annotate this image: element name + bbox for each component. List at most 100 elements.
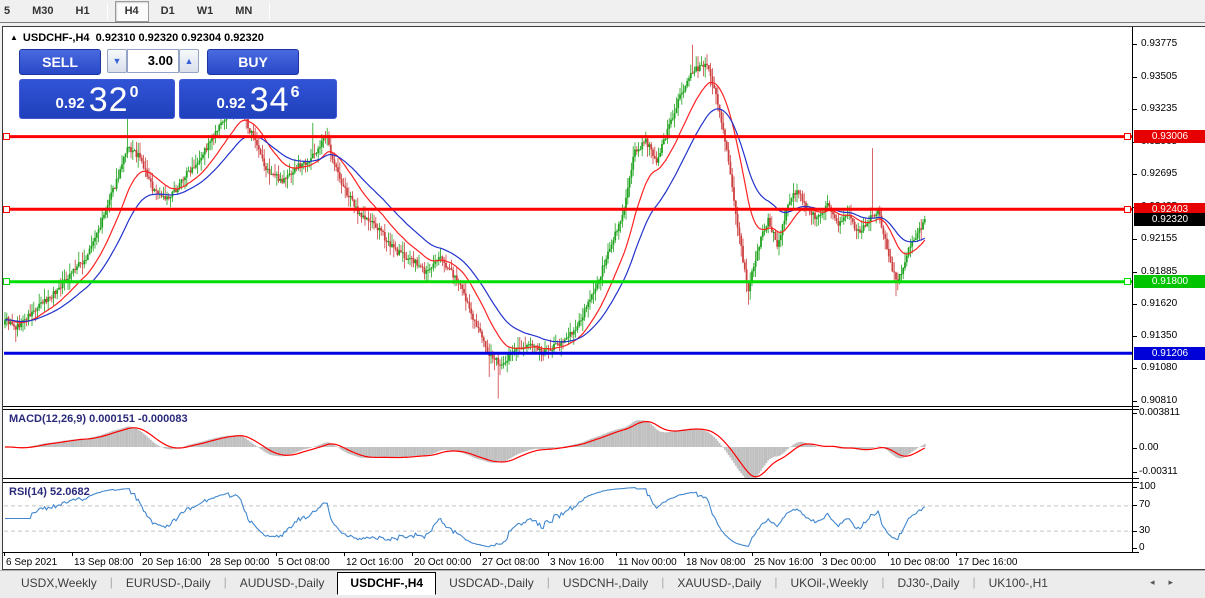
price-tick-label: 0.93775 bbox=[1141, 38, 1177, 50]
hline-left-marker[interactable] bbox=[3, 206, 10, 213]
tab-scroll-left-icon[interactable]: ◂ bbox=[1150, 577, 1169, 587]
date-label: 20 Sep 16:00 bbox=[142, 557, 202, 568]
rsi-label: RSI(14) 52.0682 bbox=[9, 486, 90, 498]
hline-left-marker[interactable] bbox=[3, 278, 10, 285]
pane-divider[interactable] bbox=[3, 406, 1139, 407]
price-tick-label: 0.91080 bbox=[1141, 362, 1177, 374]
timeframe-button-m30[interactable]: M30 bbox=[22, 1, 63, 22]
rsi-tick-label: 0 bbox=[1139, 542, 1145, 554]
price-tick-mark bbox=[1132, 77, 1137, 78]
hline-price-badge: 0.91206 bbox=[1134, 347, 1205, 360]
timeframe-button-w1[interactable]: W1 bbox=[187, 1, 224, 22]
hline-left-marker[interactable] bbox=[3, 133, 10, 140]
price-tick-label: 0.92155 bbox=[1141, 233, 1177, 245]
ohlc-values: 0.92310 0.92320 0.92304 0.92320 bbox=[96, 32, 264, 44]
date-label: 20 Oct 00:00 bbox=[414, 557, 471, 568]
tab-scroll-arrows: ◂▸ bbox=[1150, 577, 1187, 588]
price-tick-label: 0.93235 bbox=[1141, 103, 1177, 115]
date-label: 3 Dec 00:00 bbox=[822, 557, 876, 568]
chart-tab-ukoil-weekly[interactable]: UKOil-,Weekly bbox=[778, 572, 882, 595]
hline-right-marker[interactable] bbox=[1124, 133, 1131, 140]
rsi-tick-mark bbox=[1132, 548, 1137, 549]
macd-name: MACD(12,26,9) bbox=[9, 413, 86, 425]
tab-scroll-right-icon[interactable]: ▸ bbox=[1168, 577, 1187, 587]
chart-tab-uk100-h1[interactable]: UK100-,H1 bbox=[976, 572, 1061, 595]
macd-label: MACD(12,26,9) 0.000151 -0.000083 bbox=[9, 413, 188, 425]
chart-tab-eurusd-daily[interactable]: EURUSD-,Daily bbox=[113, 572, 224, 595]
price-tick-label: 0.91350 bbox=[1141, 330, 1177, 342]
date-tick-mark bbox=[684, 553, 685, 556]
volume-decrease-button[interactable]: ▼ bbox=[107, 49, 127, 73]
buy-price-display[interactable]: 0.92 34 6 bbox=[179, 79, 337, 119]
timeframe-button-mn[interactable]: MN bbox=[225, 1, 262, 22]
volume-input[interactable]: 3.00 bbox=[127, 49, 179, 73]
date-label: 6 Sep 2021 bbox=[6, 557, 57, 568]
price-tick-mark bbox=[1132, 174, 1137, 175]
pane-divider[interactable] bbox=[3, 478, 1139, 479]
sell-button[interactable]: SELL bbox=[19, 49, 101, 75]
chart-tab-usdcnh-daily[interactable]: USDCNH-,Daily bbox=[550, 572, 661, 595]
toolbar-separator bbox=[269, 3, 270, 20]
date-tick-mark bbox=[480, 553, 481, 556]
chart-tab-xauusd-daily[interactable]: XAUUSD-,Daily bbox=[664, 572, 774, 595]
timeframe-button-h1[interactable]: H1 bbox=[66, 1, 100, 22]
date-tick-mark bbox=[956, 553, 957, 556]
price-tick-label: 0.90810 bbox=[1141, 395, 1177, 407]
buy-price-small: 0.92 bbox=[217, 93, 246, 115]
chart-tab-audusd-daily[interactable]: AUDUSD-,Daily bbox=[227, 572, 338, 595]
date-label: 13 Sep 08:00 bbox=[74, 557, 134, 568]
hline-right-marker[interactable] bbox=[1124, 278, 1131, 285]
date-tick-mark bbox=[888, 553, 889, 556]
date-tick-mark bbox=[412, 553, 413, 556]
price-tick-mark bbox=[1132, 304, 1137, 305]
date-label: 3 Nov 16:00 bbox=[550, 557, 604, 568]
date-tick-mark bbox=[276, 553, 277, 556]
macd-tick-mark bbox=[1132, 448, 1137, 449]
chart-tab-dj30-daily[interactable]: DJ30-,Daily bbox=[884, 572, 972, 595]
tab-bar: USDX,Weekly|EURUSD-,Daily|AUDUSD-,DailyU… bbox=[0, 570, 1205, 598]
chart-title: ▲USDCHF-,H4 0.92310 0.92320 0.92304 0.92… bbox=[10, 32, 264, 44]
rsi-tick-mark bbox=[1132, 531, 1137, 532]
buy-button[interactable]: BUY bbox=[207, 49, 299, 75]
hline-right-marker[interactable] bbox=[1124, 206, 1131, 213]
sell-price-display[interactable]: 0.92 32 0 bbox=[19, 79, 175, 119]
rsi-tick-label: 70 bbox=[1139, 499, 1150, 511]
price-tick-mark bbox=[1132, 109, 1137, 110]
date-label: 10 Dec 08:00 bbox=[890, 557, 950, 568]
date-label: 5 Oct 08:00 bbox=[278, 557, 330, 568]
rsi-tick-label: 30 bbox=[1139, 525, 1150, 537]
pane-divider bbox=[3, 482, 1139, 483]
timeframe-button-5[interactable]: 5 bbox=[0, 1, 20, 22]
collapse-triangle-icon[interactable]: ▲ bbox=[10, 33, 18, 42]
macd-main-value: 0.000151 bbox=[89, 413, 135, 425]
sell-price-big: 32 bbox=[89, 85, 129, 115]
hline-price-badge: 0.93006 bbox=[1134, 130, 1205, 143]
price-axis-border bbox=[1132, 27, 1133, 552]
date-label: 27 Oct 08:00 bbox=[482, 557, 539, 568]
date-label: 11 Nov 00:00 bbox=[618, 557, 677, 568]
date-tick-mark bbox=[344, 553, 345, 556]
hline-price-badge: 0.91800 bbox=[1134, 275, 1205, 288]
price-tick-mark bbox=[1132, 401, 1137, 402]
chart-window: ▲USDCHF-,H4 0.92310 0.92320 0.92304 0.92… bbox=[2, 26, 1205, 570]
toolbar-separator bbox=[107, 3, 108, 20]
volume-increase-button[interactable]: ▲ bbox=[179, 49, 199, 73]
macd-tick-mark bbox=[1132, 472, 1137, 473]
date-tick-mark bbox=[140, 553, 141, 556]
rsi-canvas[interactable] bbox=[4, 482, 1132, 552]
date-tick-mark bbox=[72, 553, 73, 556]
buy-price-big: 34 bbox=[250, 85, 290, 115]
chart-tab-usdchf-h4[interactable]: USDCHF-,H4 bbox=[337, 572, 436, 595]
rsi-tick-mark bbox=[1132, 487, 1137, 488]
macd-tick-label: -0.00311 bbox=[1139, 466, 1178, 478]
chart-tab-usdcad-daily[interactable]: USDCAD-,Daily bbox=[436, 572, 547, 595]
price-tick-label: 0.91620 bbox=[1141, 298, 1177, 310]
date-tick-mark bbox=[616, 553, 617, 556]
price-tick-mark bbox=[1132, 336, 1137, 337]
price-tick-mark bbox=[1132, 44, 1137, 45]
rsi-value: 52.0682 bbox=[50, 486, 90, 498]
timeframe-button-d1[interactable]: D1 bbox=[151, 1, 185, 22]
timeframe-button-h4[interactable]: H4 bbox=[115, 1, 149, 22]
buy-price-sup: 6 bbox=[291, 84, 300, 102]
chart-tab-usdx-weekly[interactable]: USDX,Weekly bbox=[8, 572, 110, 595]
